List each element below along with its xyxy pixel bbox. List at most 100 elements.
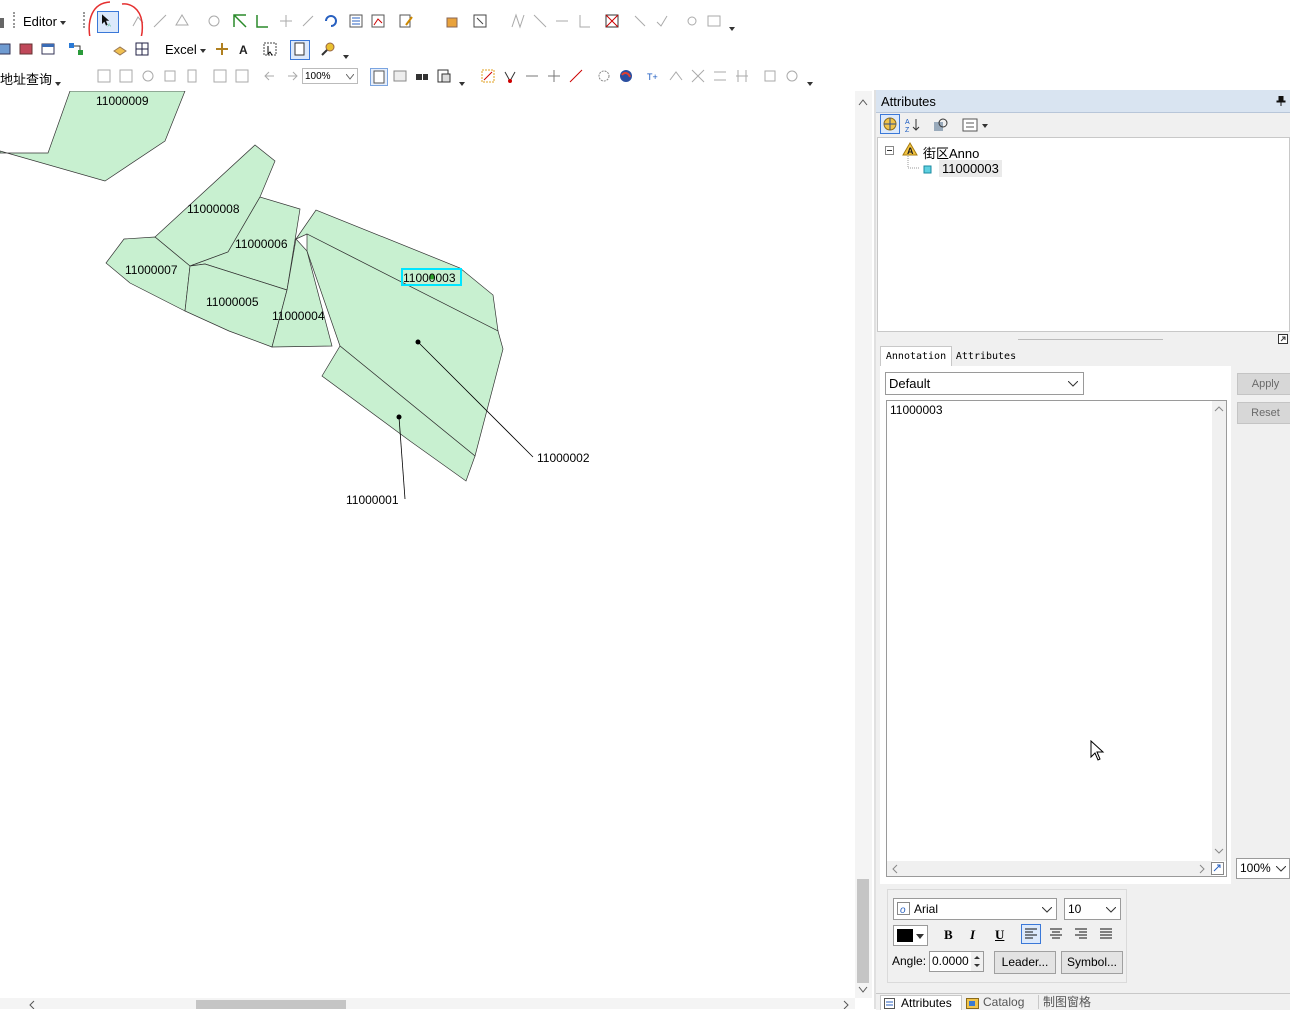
bottom-tab-cartography[interactable]: 制图窗格 [1038,995,1099,1009]
select-elements-icon[interactable] [480,68,496,84]
parcel-label-11000003[interactable]: 11000003 [403,271,456,285]
layer-icon-3[interactable] [40,41,56,57]
text-horizontal-scrollbar[interactable] [887,861,1212,876]
change-layout-icon[interactable] [414,68,430,84]
align-justify-icon[interactable] [1097,925,1115,943]
map-view[interactable]: 11000009 11000008 11000006 11000007 1100… [0,91,855,998]
editor-menu[interactable]: Editor [23,14,66,29]
pin-icon[interactable] [1276,96,1286,106]
toolbar-overflow-icon[interactable] [728,8,736,35]
text-resize-icon[interactable] [1211,862,1225,876]
italic-button[interactable]: I [970,927,975,943]
zoom-select[interactable]: 100% [1236,858,1290,879]
align-left-icon[interactable] [1021,924,1041,944]
attributes-table-icon[interactable] [348,13,364,29]
topology-validate-icon[interactable] [604,13,620,29]
focus-data-frame-icon[interactable] [392,68,408,84]
select-features-icon[interactable] [262,41,278,57]
options-list-icon[interactable] [962,116,990,134]
advanced-edit-icon-4[interactable] [576,13,592,29]
model-builder-icon[interactable] [68,41,84,57]
split-tool-icon[interactable] [206,13,222,29]
zoom-out-fixed-icon[interactable] [118,68,134,84]
add-xy-icon[interactable] [214,41,230,57]
georef-icon[interactable] [472,13,488,29]
full-extent-icon[interactable] [162,68,178,84]
sort-by-layer-icon[interactable] [880,114,900,134]
topology-edit-icon[interactable] [232,13,248,29]
cogo-icon-3[interactable] [712,68,728,84]
annotation-text-area[interactable]: 11000003 [886,400,1227,877]
tree-feature-label[interactable]: 11000003 [939,160,1002,177]
checkin-icon[interactable] [654,13,670,29]
create-features-icon[interactable] [398,13,414,29]
snap-icon-4[interactable] [596,68,612,84]
previous-extent-icon[interactable] [262,68,278,84]
page-layout-icon[interactable] [290,40,310,60]
leader-button[interactable]: Leader... [994,951,1056,974]
reset-button[interactable]: Reset [1237,402,1290,424]
toggle-draft-icon[interactable] [370,68,388,86]
tab-attributes[interactable]: Attributes [952,348,1020,366]
next-extent-icon[interactable] [284,68,300,84]
bold-button[interactable]: B [944,927,953,943]
restore-icon[interactable] [1278,334,1288,344]
reshape-edge-icon[interactable] [278,13,294,29]
text-color-button[interactable] [893,925,928,946]
spinner-icon[interactable] [971,952,983,971]
underline-button[interactable]: U [995,927,1004,943]
sketch-properties-icon[interactable] [370,13,386,29]
globe-icon[interactable] [618,68,634,84]
snap-icon-2[interactable] [546,68,562,84]
layer-icon-2[interactable] [18,41,34,57]
tab-annotation[interactable]: Annotation [880,346,952,367]
size-select[interactable]: 10 [1064,898,1121,920]
zoom-whole-page-icon[interactable] [184,68,200,84]
sort-alpha-icon[interactable]: AZ [904,116,922,134]
address-overflow-icon[interactable] [54,63,62,90]
options-icon[interactable] [706,13,722,29]
style-select[interactable]: Default [885,372,1084,395]
checkout-icon[interactable] [632,13,648,29]
snap-icon-3[interactable] [568,68,584,84]
map-vertical-scrollbar[interactable] [855,91,872,998]
cogo-icon-5[interactable] [762,68,778,84]
zoom-100-icon[interactable] [212,68,228,84]
excel-menu[interactable]: Excel [165,42,206,57]
text-tool-icon[interactable]: A [236,41,252,57]
tree-collapse-icon[interactable] [885,146,895,156]
panel-splitter[interactable] [1018,339,1163,340]
layers-stack-icon[interactable] [112,41,128,57]
map-horizontal-scrollbar[interactable] [0,998,855,1009]
toolbar-row2-overflow-icon[interactable] [342,36,350,63]
advanced-edit-icon-2[interactable] [532,13,548,29]
data-driven-pages-icon[interactable] [436,68,452,84]
text-vertical-scrollbar[interactable] [1212,401,1226,861]
disconnect-icon[interactable] [684,13,700,29]
zoom-extent-icon[interactable] [234,68,250,84]
cogo-icon-4[interactable] [734,68,750,84]
cogo-icon-1[interactable] [668,68,684,84]
angle-input[interactable]: 0.0000 [929,951,984,972]
toolbar-row3-overflow-icon[interactable] [458,63,466,90]
cogo-icon-6[interactable] [784,68,800,84]
db-icon[interactable] [444,13,460,29]
symbol-button[interactable]: Symbol... [1061,951,1123,974]
apply-button[interactable]: Apply [1237,373,1290,395]
cogo-icon-2[interactable] [690,68,706,84]
pan-icon[interactable] [140,68,156,84]
layer-icon-1[interactable] [0,41,12,57]
zoom-in-fixed-icon[interactable] [96,68,112,84]
advanced-edit-icon-1[interactable] [510,13,526,29]
align-right-icon[interactable] [1072,925,1090,943]
align-center-icon[interactable] [1047,925,1065,943]
zoom-level-select[interactable]: 100% [302,68,358,84]
cut-polygons-icon[interactable] [174,13,190,29]
bottom-tab-attributes[interactable]: Attributes [880,995,962,1010]
grid-icon[interactable] [134,41,150,57]
vertex-tool-icon[interactable] [502,68,518,84]
reshape-icon[interactable] [152,13,168,29]
rotate-icon[interactable] [322,13,338,29]
topology-nodes-icon[interactable] [254,13,270,29]
advanced-edit-icon-3[interactable] [554,13,570,29]
